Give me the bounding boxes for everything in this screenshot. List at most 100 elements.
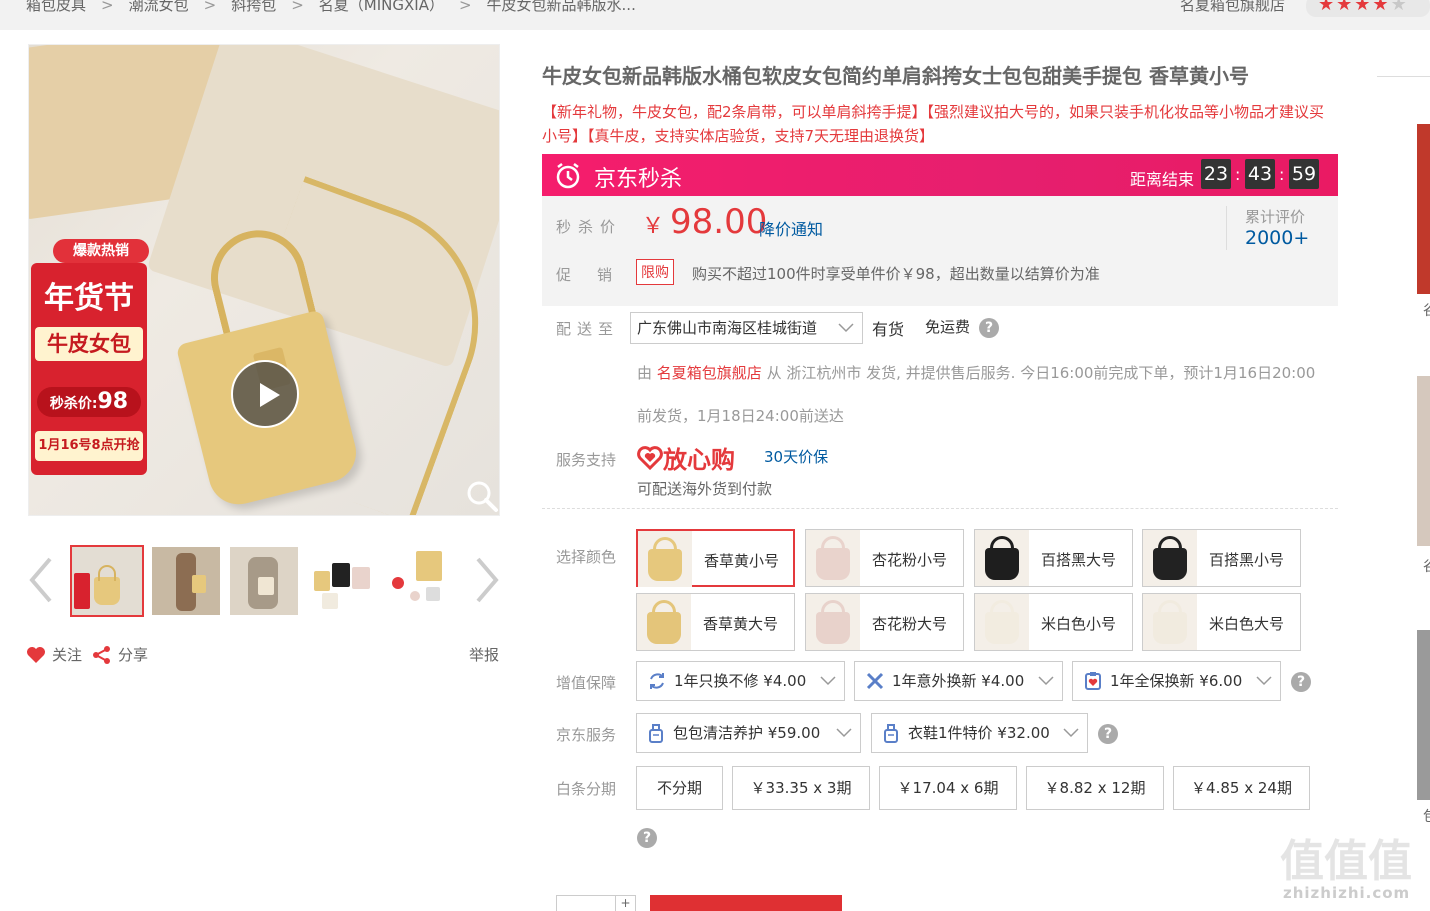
thumbnail-1[interactable] xyxy=(70,545,144,617)
bag-body-shape xyxy=(816,612,850,644)
warranty-option-accident[interactable]: 1年意外换新 ¥4.00 xyxy=(854,661,1063,701)
color-option-label: 百搭黑大号 xyxy=(1041,551,1117,569)
thumb-prev-arrow-icon[interactable] xyxy=(26,555,56,605)
price-value: 98.00 xyxy=(670,202,768,242)
free-shipping: 免运费 xyxy=(925,318,971,336)
breadcrumb-separator: > xyxy=(291,0,304,14)
exchange-icon xyxy=(650,673,664,689)
review-summary[interactable]: 累计评价 2000+ xyxy=(1226,206,1309,250)
color-option[interactable]: 香草黄小号 xyxy=(636,529,795,587)
breadcrumb-item[interactable]: 斜挎包 xyxy=(231,0,276,15)
warranty-option-exchange[interactable]: 1年只换不修 ¥4.00 xyxy=(636,661,845,701)
product-actions: 关注 分享 举报 xyxy=(26,644,502,666)
main-product-image[interactable]: 年货节 牛皮女包 秒杀价:98 1月16号8点开抢 爆款热销 xyxy=(28,44,500,516)
shop-name-link[interactable]: 名夏箱包旗舰店 xyxy=(1180,0,1285,15)
thumbnail-3[interactable] xyxy=(230,547,298,615)
color-option[interactable]: 杏花粉大号 xyxy=(805,593,964,651)
sidebar-rec-tag: 谷 xyxy=(1423,556,1430,576)
color-option[interactable]: 百搭黑大号 xyxy=(974,529,1133,587)
report-link[interactable]: 举报 xyxy=(469,644,499,665)
promotion-label: 促销 xyxy=(556,266,639,284)
color-option-label: 百搭黑小号 xyxy=(1209,551,1285,569)
sidebar-rec-image[interactable] xyxy=(1417,630,1430,800)
price-label: 秒杀价 xyxy=(556,218,623,236)
section-divider xyxy=(542,508,1338,509)
thumb-next-arrow-icon[interactable] xyxy=(472,555,502,605)
share-label: 分享 xyxy=(118,646,149,664)
thumbnail-2[interactable] xyxy=(152,547,220,615)
thumbnail-4[interactable] xyxy=(308,547,376,615)
installment-option[interactable]: ￥8.82 x 12期 xyxy=(1026,766,1164,810)
warranty-label: 增值保障 xyxy=(556,674,617,692)
ship-shop-link[interactable]: 名夏箱包旗舰店 xyxy=(657,364,762,382)
bag-body-shape xyxy=(985,548,1019,580)
help-icon[interactable]: ? xyxy=(1098,724,1118,744)
promo-subtitle: 牛皮女包 xyxy=(35,327,143,361)
zoom-icon[interactable] xyxy=(465,479,499,513)
quantity-stepper[interactable]: + xyxy=(556,895,636,911)
share-button[interactable]: 分享 xyxy=(92,644,148,665)
help-icon[interactable]: ? xyxy=(1291,672,1311,692)
color-option[interactable]: 百搭黑小号 xyxy=(1142,529,1301,587)
sidebar-divider xyxy=(1377,76,1430,77)
warranty-option-label: 1年全保换新 ¥6.00 xyxy=(1110,672,1243,690)
quantity-plus-button[interactable]: + xyxy=(615,896,635,911)
color-option-label: 香草黄大号 xyxy=(703,615,779,633)
add-to-cart-button[interactable] xyxy=(650,895,842,911)
warranty-option-full[interactable]: 1年全保换新 ¥6.00 xyxy=(1072,661,1281,701)
fangxin-label: 放心购 xyxy=(663,446,735,474)
top-bar: 箱包皮具 > 潮流女包 > 斜挎包 > 名夏（MINGXIA） > 牛皮女包新品韩版水... 名… xyxy=(0,0,1430,30)
breadcrumb-item[interactable]: 名夏（MINGXIA） xyxy=(319,0,444,15)
color-option[interactable]: 香草黄大号 xyxy=(636,593,795,651)
breadcrumb-item-current: 牛皮女包新品韩版水... xyxy=(486,0,636,14)
countdown-label: 距离结束 xyxy=(1130,170,1195,189)
installment-option[interactable]: ￥17.04 x 6期 xyxy=(879,766,1017,810)
watermark-text: zhizhizhi.com xyxy=(1283,884,1411,902)
sidebar-rec-image[interactable] xyxy=(1417,124,1430,294)
follow-button[interactable]: 关注 xyxy=(26,644,82,665)
bag-body-shape xyxy=(648,549,682,581)
promo-title: 年货节 xyxy=(44,281,134,316)
address-select[interactable]: 广东佛山市南海区桂城街道 xyxy=(630,312,863,344)
play-video-button[interactable] xyxy=(231,360,299,428)
shop-rating: ★ ★ ★ ★ ★ xyxy=(1306,0,1430,17)
promo-sticker: 年货节 牛皮女包 秒杀价:98 1月16号8点开抢 爆款热销 xyxy=(31,239,149,475)
installment-option[interactable]: ￥33.35 x 3期 xyxy=(732,766,870,810)
color-option-label: 杏花粉小号 xyxy=(872,551,948,569)
jd-service-clothes-shoes[interactable]: 衣鞋1件特价 ¥32.00 xyxy=(871,713,1088,753)
color-option[interactable]: 米白色大号 xyxy=(1142,593,1301,651)
price-protect-link[interactable]: 30天价保 xyxy=(764,446,828,467)
color-option-label: 香草黄小号 xyxy=(704,552,780,570)
color-option-label: 米白色大号 xyxy=(1209,615,1285,633)
thumbnail-5[interactable] xyxy=(386,547,454,615)
color-thumbnail xyxy=(638,531,692,587)
jd-service-bag-clean[interactable]: 包包清洁养护 ¥59.00 xyxy=(636,713,861,753)
color-thumbnail xyxy=(1143,530,1197,586)
countdown-minutes: 43 xyxy=(1245,159,1275,189)
sidebar-rec-image[interactable] xyxy=(1417,376,1430,546)
star-icon: ★ xyxy=(1372,0,1389,15)
promo-price-label: 秒杀价: xyxy=(49,396,98,412)
installment-label: 白条分期 xyxy=(556,780,617,798)
installment-option[interactable]: ￥4.85 x 24期 xyxy=(1173,766,1310,810)
sidebar-rec-tag: 包 xyxy=(1423,806,1430,826)
help-icon[interactable]: ? xyxy=(979,318,999,338)
breadcrumb-separator: > xyxy=(203,0,217,14)
countdown-colon: : xyxy=(1235,165,1241,184)
price-drop-notify-link[interactable]: 降价通知 xyxy=(759,216,823,240)
star-icon: ★ xyxy=(1336,0,1353,15)
chevron-down-icon xyxy=(838,323,854,333)
fangxin-badge[interactable]: 放心购 xyxy=(637,440,735,475)
product-subtitle: 【新年礼物，牛皮女包，配2条肩带，可以单肩斜挎手提】【强烈建议拍大号的，如果只装… xyxy=(542,103,1325,145)
sidebar-rec-tag: 谷 xyxy=(1423,300,1430,320)
chevron-down-icon xyxy=(836,728,852,738)
breadcrumb-item[interactable]: 箱包皮具 xyxy=(26,0,86,15)
alarm-clock-icon xyxy=(556,163,580,189)
review-label: 累计评价 xyxy=(1245,208,1306,226)
color-option[interactable]: 米白色小号 xyxy=(974,593,1133,651)
help-icon[interactable]: ? xyxy=(637,828,657,848)
installment-option[interactable]: 不分期 xyxy=(636,766,723,810)
breadcrumb-item[interactable]: 潮流女包 xyxy=(129,0,189,15)
color-option[interactable]: 杏花粉小号 xyxy=(805,529,964,587)
spray-bottle-icon xyxy=(884,724,898,743)
